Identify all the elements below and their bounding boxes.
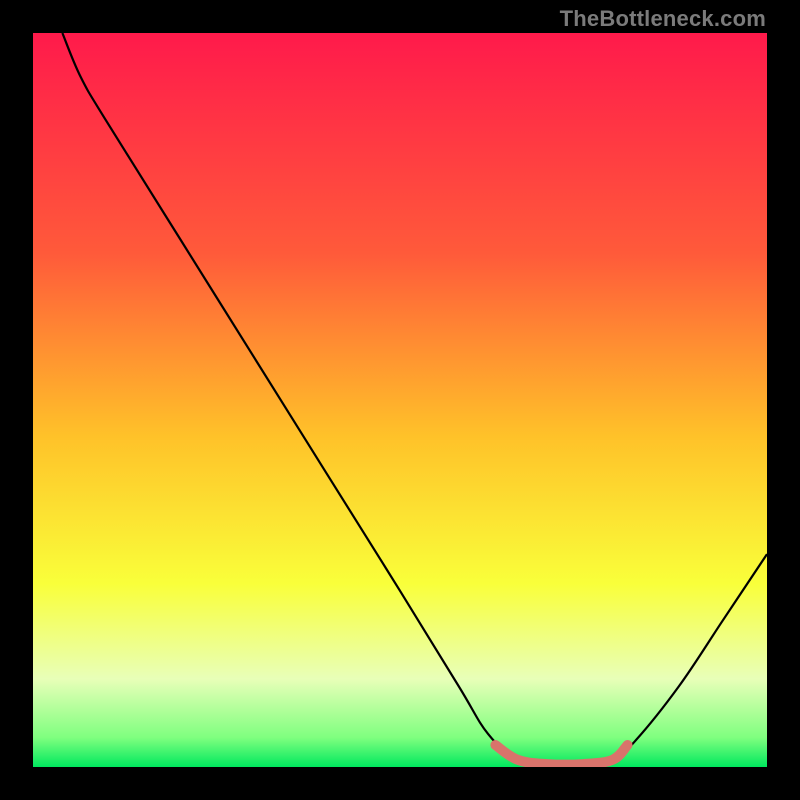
chart-svg — [33, 33, 767, 767]
watermark-text: TheBottleneck.com — [560, 6, 766, 32]
plot-area — [33, 33, 767, 767]
chart-frame: TheBottleneck.com — [0, 0, 800, 800]
gradient-background — [33, 33, 767, 767]
